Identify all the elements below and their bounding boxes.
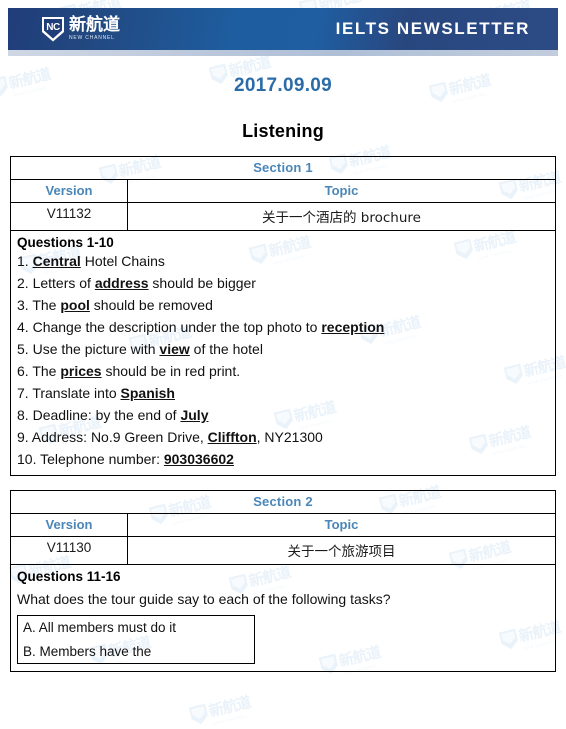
question-number: 3. bbox=[17, 297, 29, 313]
question-text-after: , NY21300 bbox=[256, 429, 323, 445]
section-1-title-row: Section 1 bbox=[11, 157, 555, 180]
question-item: 10. Telephone number: 903036602 bbox=[17, 452, 549, 466]
section-1-questions-heading: Questions 1-10 bbox=[17, 235, 114, 250]
answer-key: Cliffton bbox=[207, 429, 257, 445]
question-item: 8. Deadline: by the end of July bbox=[17, 408, 549, 422]
answer-key: pool bbox=[60, 297, 90, 313]
question-number: 9. bbox=[17, 429, 29, 445]
question-text-before: Letters of bbox=[28, 275, 95, 291]
watermark-logo: 新航道NEW CHANNEL bbox=[189, 693, 253, 726]
section-1-question-list: 1. Central Hotel Chains 2. Letters of add… bbox=[17, 254, 549, 466]
section-1-name: Section 1 bbox=[253, 160, 313, 175]
watermark-shield-icon bbox=[189, 704, 210, 727]
question-item: 6. The prices should be in red print. bbox=[17, 364, 549, 378]
question-item: 1. Central Hotel Chains bbox=[17, 254, 549, 268]
brand-wordmark: 新航道 NEW CHANNEL bbox=[69, 17, 120, 41]
answer-key: July bbox=[180, 407, 209, 423]
watermark-subtext: NEW CHANNEL bbox=[212, 712, 248, 727]
brand-name-en: NEW CHANNEL bbox=[69, 35, 115, 41]
page-title: Listening bbox=[242, 121, 324, 141]
question-text-after: should be in red print. bbox=[101, 363, 241, 379]
question-text-before: Translate into bbox=[28, 385, 121, 401]
column-header-topic: Topic bbox=[324, 183, 359, 198]
section-2-topic-value: 关于一个旅游项目 bbox=[287, 544, 396, 560]
question-item: 4. Change the description under the top … bbox=[17, 320, 549, 334]
question-text-before: Telephone number: bbox=[36, 451, 164, 467]
column-header-version: Version bbox=[11, 514, 128, 536]
answer-key: Central bbox=[32, 253, 81, 269]
logo-mark-text: NC bbox=[46, 21, 60, 33]
question-item: 2. Letters of address should be bigger bbox=[17, 276, 549, 290]
question-text-before: Change the description under the top pho… bbox=[28, 319, 322, 335]
section-2-name: Section 2 bbox=[253, 494, 313, 509]
question-number: 6. bbox=[17, 363, 29, 379]
question-number: 5. bbox=[17, 341, 29, 357]
section-2-questions-row: Questions 11-16 What does the tour guide… bbox=[11, 565, 555, 671]
option-item: B. Members have the bbox=[23, 644, 152, 659]
section-1-data-row: V11132 关于一个酒店的 brochure bbox=[11, 203, 555, 231]
watermark-text: 新航道 bbox=[207, 692, 253, 721]
section-2-questions-block: Questions 11-16 What does the tour guide… bbox=[11, 565, 555, 671]
section-2-questions-heading: Questions 11-16 bbox=[17, 569, 121, 584]
section-2-column-header-row: Version Topic bbox=[11, 514, 555, 537]
section-2-version-value: V11130 bbox=[11, 537, 128, 564]
answer-key: address bbox=[94, 275, 149, 291]
section-1-topic-value: 关于一个酒店的 brochure bbox=[262, 210, 421, 226]
section-1-questions-row: Questions 1-10 1. Central Hotel Chains 2.… bbox=[11, 231, 555, 475]
question-item: 9. Address: No.9 Green Drive, Cliffton, … bbox=[17, 430, 549, 444]
shield-icon: NC bbox=[42, 16, 64, 42]
header-title: IELTS NEWSLETTER bbox=[335, 19, 530, 38]
answer-key: Spanish bbox=[120, 385, 175, 401]
answer-key: 903036602 bbox=[163, 451, 234, 467]
section-1-table: Section 1 Version Topic V11132 关于一个酒店的 b… bbox=[10, 156, 556, 476]
answer-key: prices bbox=[60, 363, 102, 379]
newsletter-page: 新航道 NEW CHANNEL 新航道 NEW CHANNEL 新航道 NEW CHANN… bbox=[0, 0, 566, 729]
question-number: 8. bbox=[17, 407, 29, 423]
brand-name-cn: 新航道 bbox=[69, 15, 120, 35]
answer-key: view bbox=[159, 341, 190, 357]
question-number: 1. bbox=[17, 253, 29, 269]
question-text-before: The bbox=[28, 297, 61, 313]
issue-date: 2017.09.09 bbox=[233, 75, 333, 96]
section-2-options-box: A. All members must do it B. Members have… bbox=[17, 615, 255, 664]
question-item: 3. The pool should be removed bbox=[17, 298, 549, 312]
brand-logo: NC 新航道 NEW CHANNEL bbox=[42, 16, 120, 42]
question-number: 2. bbox=[17, 275, 29, 291]
section-2-table: Section 2 Version Topic V11130 关于一个旅游项目 … bbox=[10, 490, 556, 672]
question-text-before: Deadline: by the end of bbox=[28, 407, 181, 423]
section-1-column-header-row: Version Topic bbox=[11, 180, 555, 203]
question-number: 10. bbox=[17, 451, 37, 467]
column-header-topic: Topic bbox=[324, 517, 359, 532]
header-underline bbox=[8, 50, 558, 56]
section-1-version-value: V11132 bbox=[11, 203, 128, 230]
column-header-version: Version bbox=[11, 180, 128, 202]
question-text-after: should be removed bbox=[89, 297, 213, 313]
question-text-after: Hotel Chains bbox=[80, 253, 165, 269]
option-item: A. All members must do it bbox=[23, 620, 177, 635]
question-text-after: of the hotel bbox=[189, 341, 263, 357]
section-1-questions-block: Questions 1-10 1. Central Hotel Chains 2.… bbox=[11, 231, 555, 475]
answer-key: reception bbox=[321, 319, 385, 335]
section-2-data-row: V11130 关于一个旅游项目 bbox=[11, 537, 555, 565]
question-text-before: Address: No.9 Green Drive, bbox=[28, 429, 208, 445]
question-item: 7. Translate into Spanish bbox=[17, 386, 549, 400]
question-text-before: Use the picture with bbox=[28, 341, 160, 357]
section-2-prompt: What does the tour guide say to each of … bbox=[17, 591, 391, 607]
page-header-bar: NC 新航道 NEW CHANNEL IELTS NEWSLETTER bbox=[8, 8, 558, 50]
question-number: 4. bbox=[17, 319, 29, 335]
section-2-title-row: Section 2 bbox=[11, 491, 555, 514]
question-number: 7. bbox=[17, 385, 29, 401]
question-item: 5. Use the picture with view of the hote… bbox=[17, 342, 549, 356]
question-text-after: should be bigger bbox=[148, 275, 256, 291]
question-text-before: The bbox=[28, 363, 61, 379]
